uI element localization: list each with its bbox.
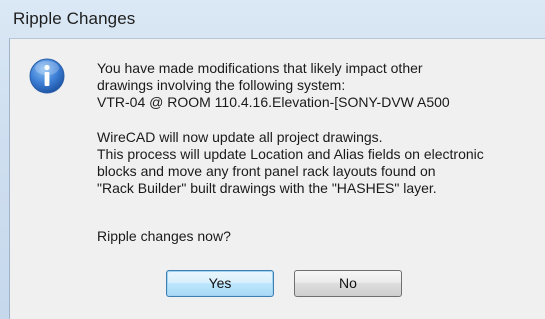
message-line: VTR-04 @ ROOM 110.4.16.Elevation-[SONY-D…	[97, 94, 450, 110]
yes-button[interactable]: Yes	[166, 270, 274, 297]
message-line: drawings involving the following system:	[97, 77, 346, 93]
info-icon	[29, 58, 65, 94]
window-title: Ripple Changes	[13, 9, 136, 28]
message-line: blocks and move any front panel rack lay…	[97, 163, 436, 179]
dialog-window: Ripple Changes You have made modificatio…	[0, 0, 545, 319]
message-line: You have made modifications that likely …	[97, 60, 423, 76]
prompt-text: Ripple changes now?	[97, 228, 231, 244]
message-line: WireCAD will now update all project draw…	[97, 129, 383, 145]
message-line: This process will update Location and Al…	[97, 146, 484, 162]
title-bar[interactable]: Ripple Changes	[0, 0, 545, 38]
message-line: "Rack Builder" built drawings with the "…	[97, 180, 437, 196]
no-button[interactable]: No	[294, 270, 402, 297]
